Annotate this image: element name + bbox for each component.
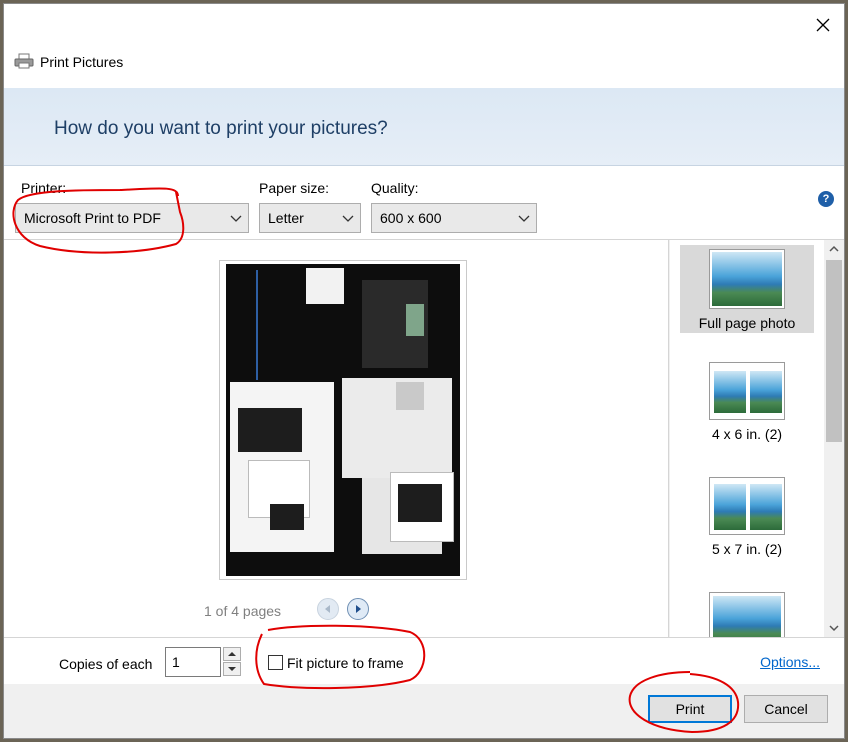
cancel-button[interactable]: Cancel — [744, 695, 828, 723]
preview-area: 1 of 4 pages — [4, 240, 669, 637]
preview-image — [226, 264, 460, 576]
chevron-down-icon — [518, 215, 530, 222]
fit-picture-checkbox[interactable] — [268, 655, 283, 670]
previous-page-button[interactable] — [317, 598, 339, 620]
quality-label: Quality: — [371, 180, 419, 196]
copies-increment-button[interactable] — [223, 647, 241, 661]
scroll-down-button[interactable] — [824, 619, 844, 637]
layout-item[interactable] — [680, 592, 814, 637]
paper-size-select[interactable]: Letter — [259, 203, 361, 233]
printer-icon — [14, 53, 34, 69]
layout-list: Full page photo 4 x 6 in. (2) 5 x 7 in. … — [670, 240, 824, 637]
copies-input[interactable] — [165, 647, 221, 677]
layout-scrollbar[interactable] — [824, 240, 844, 637]
banner: How do you want to print your pictures? — [4, 88, 844, 166]
scroll-up-button[interactable] — [824, 240, 844, 258]
layout-label: 5 x 7 in. (2) — [711, 541, 783, 557]
close-icon — [816, 18, 830, 32]
print-button[interactable]: Print — [648, 695, 732, 723]
layout-thumbnail — [709, 362, 785, 420]
print-options-bar: Printer: Microsoft Print to PDF Paper si… — [4, 166, 844, 240]
layout-label: 4 x 6 in. (2) — [711, 426, 783, 442]
printer-label: Printer: — [21, 180, 67, 196]
next-page-button[interactable] — [347, 598, 369, 620]
copies-decrement-button[interactable] — [223, 662, 241, 676]
paper-size-value: Letter — [268, 210, 304, 226]
page-heading: How do you want to print your pictures? — [54, 118, 388, 139]
quality-value: 600 x 600 — [380, 210, 442, 226]
paper-size-label: Paper size: — [259, 180, 330, 196]
chevron-down-icon — [230, 215, 242, 222]
layout-thumbnail — [709, 592, 785, 637]
triangle-up-icon — [228, 652, 236, 656]
options-link[interactable]: Options... — [760, 654, 820, 670]
window-title: Print Pictures — [40, 54, 124, 70]
layout-label: Full page photo — [698, 315, 796, 331]
arrow-left-icon — [325, 605, 330, 613]
printer-select[interactable]: Microsoft Print to PDF — [15, 203, 249, 233]
layout-4x6[interactable]: 4 x 6 in. (2) — [680, 362, 814, 450]
scroll-thumb[interactable] — [826, 260, 842, 442]
layout-5x7[interactable]: 5 x 7 in. (2) — [680, 477, 814, 565]
layout-full-page-photo[interactable]: Full page photo — [680, 245, 814, 333]
layout-thumbnail — [709, 249, 785, 309]
quality-select[interactable]: 600 x 600 — [371, 203, 537, 233]
copies-label: Copies of each — [59, 656, 153, 672]
close-button[interactable] — [812, 14, 834, 36]
print-pictures-dialog: Print Pictures How do you want to print … — [3, 3, 845, 739]
preview-page — [219, 260, 467, 580]
copies-bar: Copies of each Fit picture to frame Opti… — [4, 637, 844, 684]
fit-picture-label[interactable]: Fit picture to frame — [287, 655, 409, 671]
chevron-up-icon — [829, 245, 839, 252]
help-icon[interactable]: ? — [818, 191, 834, 207]
triangle-down-icon — [228, 667, 236, 671]
page-indicator: 1 of 4 pages — [204, 603, 282, 619]
layout-thumbnail — [709, 477, 785, 535]
title-bar: Print Pictures — [4, 4, 844, 88]
arrow-right-icon — [356, 605, 361, 613]
dialog-footer: Print Cancel — [4, 684, 844, 738]
chevron-down-icon — [829, 625, 839, 632]
printer-value: Microsoft Print to PDF — [24, 210, 161, 226]
chevron-down-icon — [342, 215, 354, 222]
